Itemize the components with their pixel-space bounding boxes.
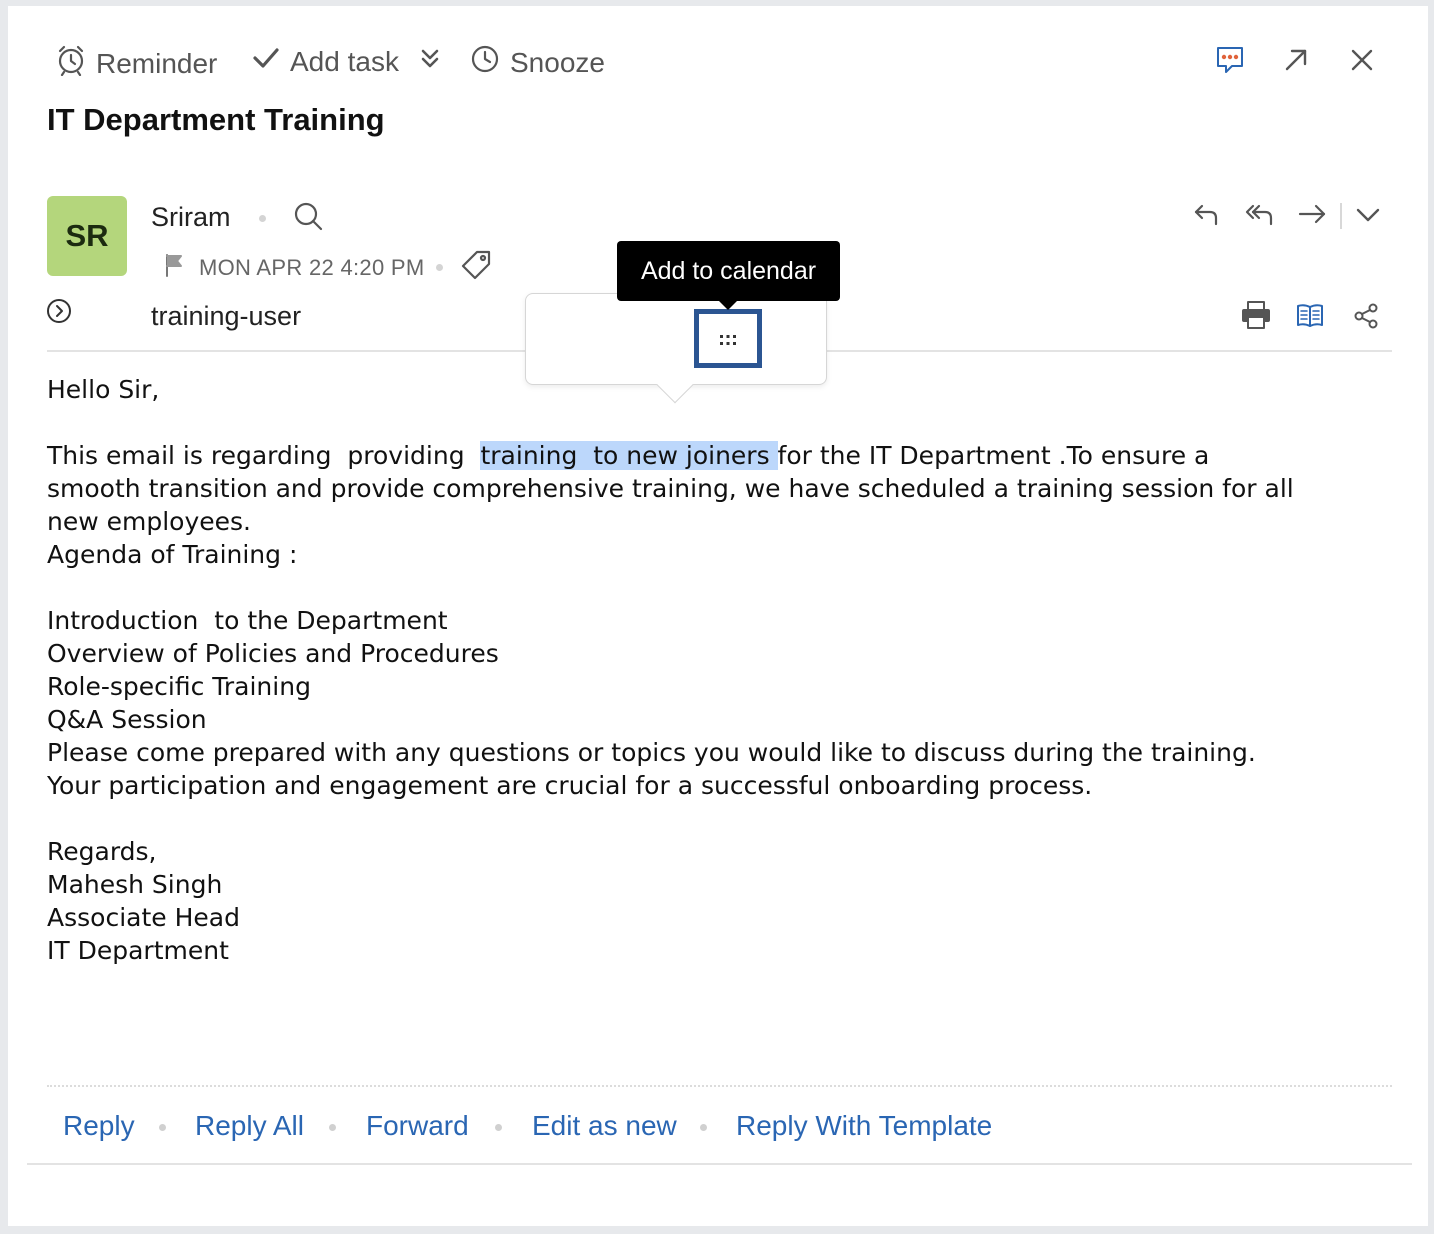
separator-dot bbox=[700, 1124, 707, 1131]
share-icon bbox=[1352, 302, 1380, 335]
add-task-popup-button[interactable] bbox=[656, 318, 696, 358]
reply-all-icon-button[interactable] bbox=[1242, 200, 1276, 232]
forward-icon-button[interactable] bbox=[1296, 200, 1328, 232]
flag-icon bbox=[162, 252, 186, 283]
agenda-heading: Agenda of Training : bbox=[47, 540, 298, 569]
open-book-icon bbox=[1295, 301, 1325, 334]
separator-dot bbox=[495, 1124, 502, 1131]
body-paragraph-line: This email is regarding providing traini… bbox=[47, 441, 1210, 470]
chat-bubble-icon bbox=[1214, 44, 1246, 81]
reply-all-link[interactable]: Reply All bbox=[195, 1110, 304, 1142]
printer-icon bbox=[1239, 299, 1273, 336]
reply-with-template-link[interactable]: Reply With Template bbox=[736, 1110, 992, 1142]
signoff: Regards, bbox=[47, 837, 157, 866]
signature-title: Associate Head bbox=[47, 903, 240, 932]
snooze-label: Snooze bbox=[510, 46, 605, 78]
agenda-item: Q&A Session bbox=[47, 705, 207, 734]
tag-button[interactable] bbox=[459, 250, 493, 284]
email-body: Hello Sir, This email is regarding provi… bbox=[47, 373, 1397, 967]
selected-text[interactable]: training to new joiners bbox=[480, 441, 778, 470]
clock-icon bbox=[470, 44, 500, 81]
magnifier-icon bbox=[764, 318, 800, 359]
tag-icon bbox=[460, 249, 492, 286]
email-date: MON APR 22 4:20 PM bbox=[199, 255, 425, 280]
search-text-button[interactable] bbox=[762, 318, 802, 358]
document-icon bbox=[606, 318, 642, 359]
share-button[interactable] bbox=[1350, 302, 1382, 334]
add-to-calendar-button[interactable] bbox=[708, 318, 748, 358]
agenda-item: Overview of Policies and Procedures bbox=[47, 639, 499, 668]
tooltip-add-to-calendar: Add to calendar bbox=[617, 241, 840, 301]
edit-as-new-link[interactable]: Edit as new bbox=[532, 1110, 677, 1142]
print-button[interactable] bbox=[1238, 300, 1274, 334]
edit-note-button[interactable] bbox=[552, 318, 592, 358]
flag-button[interactable] bbox=[161, 253, 187, 281]
reply-all-icon bbox=[1243, 200, 1275, 233]
reading-mode-button[interactable] bbox=[1294, 302, 1326, 332]
recipient: training-user bbox=[151, 301, 302, 331]
agenda-item: Role-specific Training bbox=[47, 672, 311, 701]
forward-link[interactable]: Forward bbox=[366, 1110, 469, 1142]
sender-name[interactable]: Sriram bbox=[151, 202, 231, 233]
copy-text-button[interactable] bbox=[604, 318, 644, 358]
alarm-clock-icon bbox=[56, 44, 86, 83]
reminder-label: Reminder bbox=[96, 47, 218, 79]
more-options-button[interactable] bbox=[418, 48, 442, 74]
close-button[interactable] bbox=[1346, 46, 1378, 78]
search-sender-button[interactable] bbox=[290, 200, 326, 236]
signature-name: Mahesh Singh bbox=[47, 870, 223, 899]
chevron-right-circle-icon bbox=[46, 298, 72, 329]
search-icon bbox=[292, 200, 324, 237]
more-actions-button[interactable] bbox=[1354, 204, 1382, 230]
email-subject: IT Department Training bbox=[47, 102, 385, 137]
checkmark-icon bbox=[252, 44, 280, 79]
clipboard-check-icon bbox=[658, 318, 694, 359]
calendar-icon bbox=[710, 318, 746, 359]
separator-dot bbox=[436, 264, 443, 271]
chat-button[interactable] bbox=[1212, 44, 1248, 80]
double-chevron-down-icon bbox=[419, 47, 441, 76]
chevron-down-icon bbox=[1355, 205, 1381, 230]
close-icon bbox=[1349, 47, 1375, 78]
add-task-label: Add task bbox=[290, 45, 399, 77]
body-paragraph-line: Your participation and engagement are cr… bbox=[47, 771, 1093, 800]
reply-link[interactable]: Reply bbox=[63, 1110, 135, 1142]
body-paragraph-line: new employees. bbox=[47, 507, 251, 536]
signature-department: IT Department bbox=[47, 936, 229, 965]
separator-dot bbox=[259, 215, 266, 222]
icon-divider bbox=[1340, 203, 1342, 229]
reply-icon bbox=[1192, 200, 1220, 233]
expand-details-button[interactable] bbox=[45, 298, 73, 329]
arrow-right-icon bbox=[1297, 200, 1327, 233]
pop-out-button[interactable] bbox=[1280, 46, 1312, 78]
bottom-divider bbox=[27, 1163, 1412, 1165]
reminder-button[interactable]: Reminder bbox=[56, 44, 217, 83]
add-task-button[interactable]: Add task bbox=[252, 44, 399, 79]
body-paragraph-line: smooth transition and provide comprehens… bbox=[47, 474, 1294, 503]
reply-icon-button[interactable] bbox=[1190, 200, 1222, 232]
tooltip-pointer bbox=[718, 300, 738, 310]
footer-divider bbox=[47, 1085, 1392, 1087]
arrow-up-right-icon bbox=[1282, 46, 1310, 79]
agenda-item: Introduction to the Department bbox=[47, 606, 448, 635]
body-paragraph-line: Please come prepared with any questions … bbox=[47, 738, 1256, 767]
separator-dot bbox=[329, 1124, 336, 1131]
avatar: SR bbox=[47, 196, 127, 276]
separator-dot bbox=[159, 1124, 166, 1131]
edit-icon bbox=[554, 318, 590, 359]
snooze-button[interactable]: Snooze bbox=[470, 44, 605, 81]
